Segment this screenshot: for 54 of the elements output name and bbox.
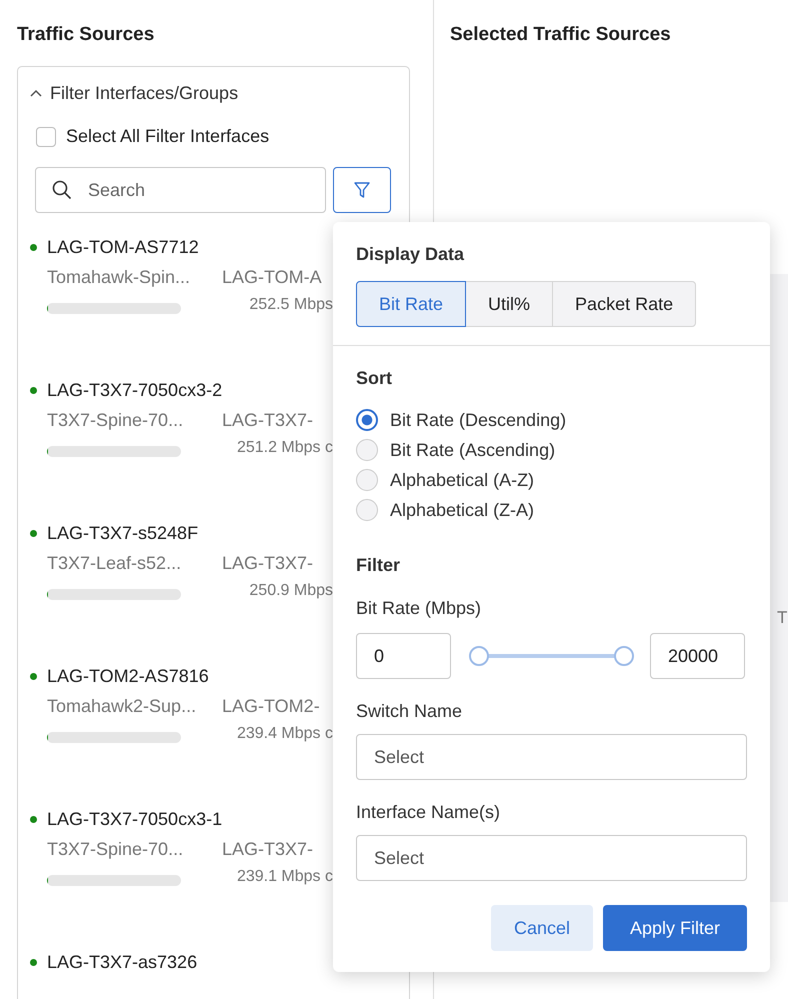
cancel-button[interactable]: Cancel <box>491 905 593 951</box>
field-label: Switch Name <box>356 701 464 722</box>
slider-handle[interactable] <box>469 646 489 666</box>
interface-label: LAG-TOM2- <box>222 696 320 717</box>
min-input-field[interactable]: 0 <box>356 633 451 679</box>
interface-label: LAG-T3X7- <box>222 839 314 860</box>
checkbox[interactable] <box>36 126 56 146</box>
interface-name[interactable]: LAG-TOM2-AS7816 <box>47 666 209 686</box>
group-label[interactable]: Filter Interfaces/Groups <box>50 83 238 104</box>
select-field[interactable]: Select <box>356 734 747 780</box>
radio-label: Alphabetical (Z-A) <box>390 500 534 520</box>
bit-rate: 250.9 Mbps <box>248 582 333 600</box>
apply-filter-button[interactable]: Apply Filter <box>603 905 747 951</box>
radio-button[interactable] <box>356 409 378 431</box>
slider-handle[interactable] <box>614 646 634 666</box>
bit-rate: 251.2 Mbps c <box>236 439 333 457</box>
radio-label: Bit Rate (Descending) <box>390 410 566 430</box>
interface-label: LAG-TOM-A <box>222 267 322 288</box>
bit-rate: 239.1 Mbps c <box>236 868 333 886</box>
panel-text: T <box>777 608 788 627</box>
checkbox-label: Select All Filter Interfaces <box>66 126 270 147</box>
interface-name[interactable]: LAG-T3X7-as7326 <box>47 952 198 972</box>
field-label: Bit Rate (Mbps) <box>356 598 482 619</box>
max-input-field[interactable]: 20000 <box>650 633 745 679</box>
segment-button[interactable]: Bit Rate <box>356 281 466 327</box>
segment-button[interactable]: Util% <box>465 281 554 327</box>
switch-name: Tomahawk2-Sup... <box>47 696 198 717</box>
chevron-icon[interactable] <box>30 88 42 96</box>
bit-rate: 252.5 Mbps <box>248 296 333 314</box>
interface-name[interactable]: LAG-T3X7-7050cx3-2 <box>47 380 222 400</box>
filter-icon <box>353 181 371 199</box>
segment-button[interactable]: Packet Rate <box>552 281 696 327</box>
search-icon <box>52 180 72 200</box>
switch-name: Tomahawk-Spin... <box>47 267 192 288</box>
interface-name[interactable]: LAG-TOM-AS7712 <box>47 236 199 258</box>
panel-title: Traffic Sources <box>17 24 156 46</box>
switch-name: T3X7-Leaf-s52... <box>47 553 182 574</box>
section-heading: Filter <box>356 555 402 576</box>
search-field[interactable]: Search <box>35 167 326 213</box>
field-label: Interface Name(s) <box>356 802 502 823</box>
select-field[interactable]: Select <box>356 835 747 881</box>
filter-button[interactable] <box>333 167 391 213</box>
section-heading: Sort <box>356 368 393 389</box>
interface-name[interactable]: LAG-T3X7-s5248F <box>47 522 198 544</box>
panel-title: Selected Traffic Sources <box>450 24 672 46</box>
interface-name[interactable]: LAG-T3X7-7050cx3-1 <box>47 808 222 830</box>
radio-label: Bit Rate (Ascending) <box>390 440 556 460</box>
bit-rate: 239.4 Mbps c <box>236 725 333 743</box>
section-heading: Display Data <box>356 244 466 265</box>
interface-label: LAG-T3X7- <box>222 410 314 431</box>
switch-name: T3X7-Spine-70... <box>47 839 184 860</box>
radio-label: Alphabetical (A-Z) <box>390 470 534 490</box>
switch-name: T3X7-Spine-70... <box>47 410 184 431</box>
interface-label: LAG-T3X7- <box>222 553 314 574</box>
